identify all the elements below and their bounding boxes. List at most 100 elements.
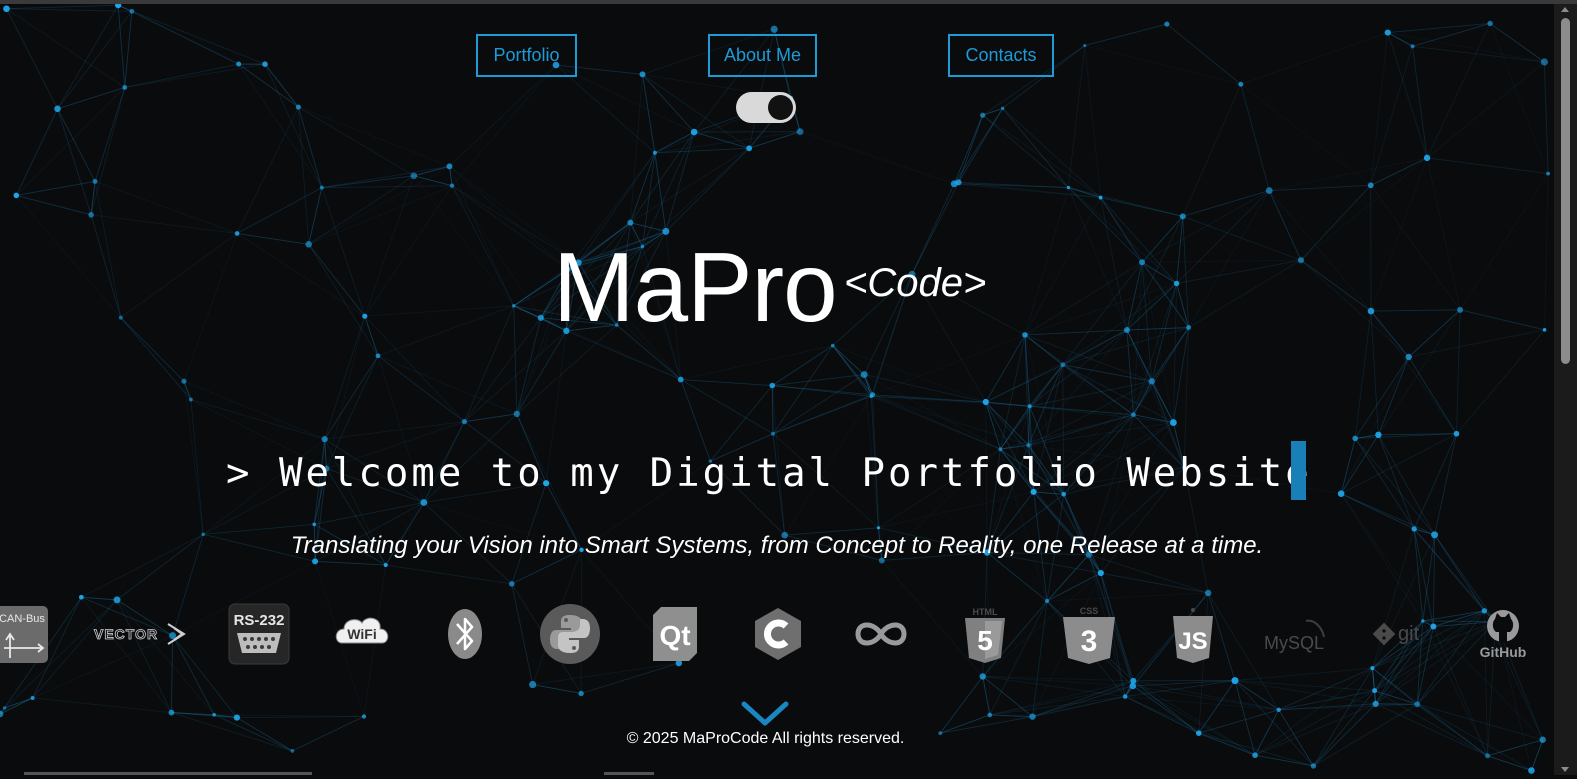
bottom-strip-left [24, 772, 312, 775]
network-line [1142, 259, 1301, 263]
network-line [1459, 173, 1549, 311]
network-node [1173, 280, 1180, 287]
network-node [312, 522, 317, 527]
network-node [1179, 213, 1186, 220]
network-node [13, 192, 20, 199]
network-node [1148, 378, 1155, 385]
network-line [364, 316, 379, 356]
network-node [1528, 767, 1535, 774]
network-line [314, 502, 424, 525]
network-line [1268, 190, 1372, 312]
network-node [236, 61, 242, 67]
network-line [1084, 23, 1167, 46]
network-line [91, 214, 238, 234]
qt-label: Qt [659, 620, 690, 651]
mysql-icon: MySQL [1262, 602, 1330, 666]
network-line [190, 399, 204, 535]
network-line [1340, 438, 1356, 494]
network-node [627, 219, 634, 226]
javascript-icon: JS [1170, 602, 1216, 666]
network-line [449, 64, 557, 167]
network-line [315, 560, 386, 566]
network-node [690, 128, 698, 136]
network-line [6, 8, 125, 88]
bluetooth-icon [446, 602, 484, 666]
network-node [770, 25, 778, 33]
network-node [1098, 195, 1103, 200]
network-line [1002, 108, 1101, 198]
network-line [1269, 157, 1428, 192]
scroll-up-icon[interactable] [1561, 7, 1569, 12]
network-node [1265, 187, 1273, 194]
network-node [1123, 326, 1130, 333]
network-node [796, 128, 804, 136]
network-line [642, 74, 750, 149]
network-line [872, 334, 1026, 396]
network-line [464, 317, 542, 422]
nav-about-button[interactable]: About Me [708, 34, 817, 77]
scrollbar-thumb[interactable] [1561, 18, 1570, 364]
network-line [629, 152, 656, 223]
rs232-label: RS-232 [234, 612, 285, 629]
network-node [1539, 736, 1546, 743]
network-line [958, 181, 1069, 188]
qt-icon: Qt [650, 602, 700, 666]
network-line [1084, 45, 1102, 198]
scroll-down-icon[interactable] [1561, 767, 1569, 772]
nav-contacts-button[interactable]: Contacts [948, 34, 1054, 77]
network-node [1540, 58, 1548, 66]
chevron-down-icon[interactable] [741, 701, 789, 732]
network-node [1252, 752, 1258, 759]
network-line [1198, 680, 1236, 734]
network-line [1024, 334, 1064, 366]
network-node [1370, 666, 1375, 671]
network-line [1132, 685, 1200, 734]
network-line [1032, 680, 1134, 718]
network-line [1354, 311, 1372, 439]
network-line [1240, 32, 1388, 85]
nav-portfolio-button[interactable]: Portfolio [476, 34, 577, 77]
network-line [1028, 329, 1128, 446]
network-node [1169, 419, 1177, 426]
network-line [665, 147, 750, 232]
network-line [1408, 329, 1545, 358]
git-label: git [1398, 623, 1420, 645]
network-line [1182, 84, 1242, 217]
git-icon: git [1370, 602, 1432, 666]
network-line [1543, 61, 1549, 174]
network-line [1370, 46, 1413, 186]
network-node [188, 397, 193, 402]
vector-icon: VECTOR [92, 602, 188, 666]
network-line [57, 108, 92, 215]
network-line [532, 662, 679, 685]
network-line [463, 305, 515, 422]
network-line [57, 4, 119, 110]
theme-toggle[interactable] [736, 92, 796, 123]
toggle-knob [768, 95, 793, 120]
network-line [324, 421, 465, 440]
network-node [420, 499, 428, 506]
network-line [1141, 216, 1184, 263]
network-node [1367, 182, 1374, 189]
network-line [236, 716, 365, 719]
network-node [3, 5, 10, 13]
network-node [449, 183, 455, 188]
network-line [1067, 187, 1128, 331]
network-line [0, 697, 33, 715]
network-line [1544, 173, 1549, 330]
network-line [264, 64, 323, 188]
network-node [677, 376, 684, 383]
network-node [234, 231, 240, 236]
network-line [364, 305, 514, 317]
network-node [987, 712, 993, 718]
network-node [362, 313, 368, 319]
network-node [830, 343, 835, 348]
network-line [324, 316, 366, 440]
network-node [1453, 430, 1460, 437]
network-node [870, 392, 876, 398]
vertical-scrollbar[interactable] [1554, 4, 1577, 775]
network-node [979, 673, 986, 680]
network-line [4, 697, 33, 709]
network-line [94, 87, 126, 182]
network-node [295, 104, 301, 110]
